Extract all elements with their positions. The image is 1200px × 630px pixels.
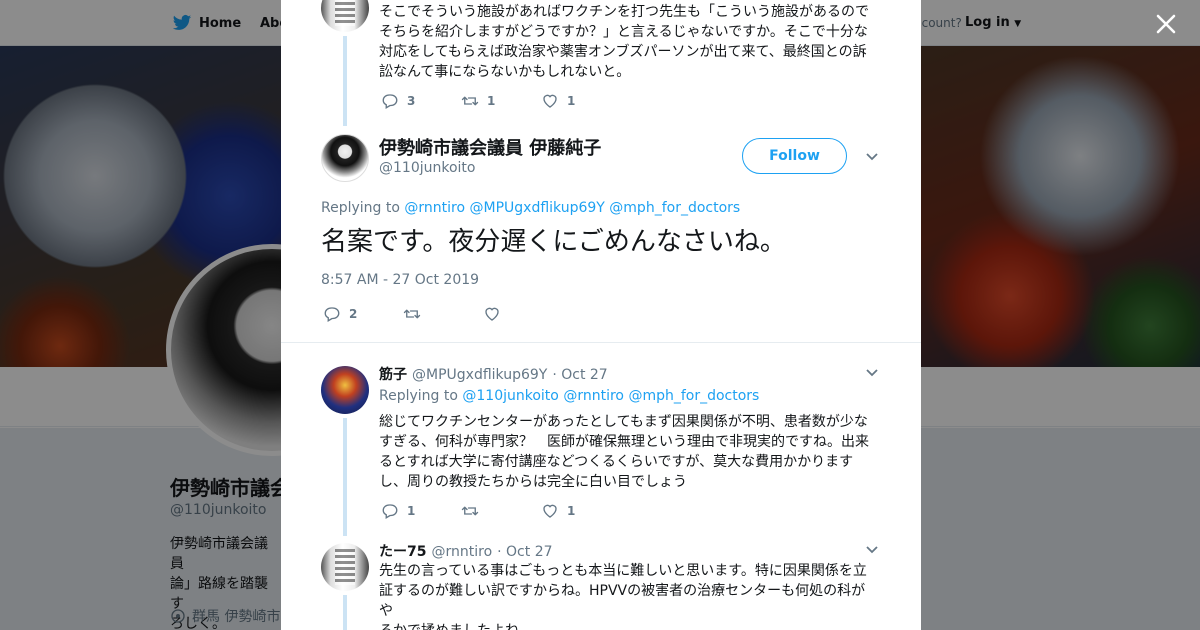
thread-connector [343, 595, 347, 630]
tweet-text-line: 対応をしてもらえば政治家や薬害オンブズパーソンが出て来て、最終国との訴 [379, 44, 867, 60]
reply-count: 2 [349, 307, 358, 321]
chevron-down-icon[interactable] [865, 366, 879, 380]
reply-button[interactable]: 1 [381, 502, 461, 520]
tweet-text: 名案です。夜分遅くにごめんなさいね。 [321, 227, 786, 257]
thread-connector [343, 418, 347, 536]
retweet-button[interactable] [461, 502, 541, 520]
like-count: 1 [567, 504, 576, 518]
retweet-button[interactable]: 1 [461, 92, 541, 110]
tweet-text-line: そちらを紹介しますがどうですか？」と言えるじゃないですか。そこで十分な [379, 24, 868, 40]
reply-button[interactable]: 2 [323, 305, 403, 323]
reply-icon [324, 307, 340, 322]
reply-icon [382, 94, 398, 109]
tweet-actions: 3 1 1 [381, 92, 621, 110]
tweet-text-line: すぎる、何科が専門家？ 医師が確保無理という理由で非現実的ですね。出来 [379, 434, 869, 450]
tweet-date[interactable]: · Oct 27 [552, 367, 607, 383]
tweet-timestamp[interactable]: 8:57 AM - 27 Oct 2019 [321, 272, 479, 288]
retweet-count: 1 [487, 94, 496, 108]
like-button[interactable]: 1 [541, 92, 621, 110]
tweet-text-line: そこでそういう施設があればワクチンを打つ先生も「こういう施設があるので [379, 4, 869, 20]
retweet-icon [403, 309, 421, 319]
tweet-text: 先生の言っている事はごもっとも本当に難しいと思います。特に因果関係を立 証するの… [379, 561, 871, 630]
mention-link[interactable]: @mph_for_doctors [609, 200, 740, 216]
retweet-button[interactable] [403, 305, 483, 323]
tweet-actions: 1 1 [381, 502, 621, 520]
author-handle[interactable]: @rnntiro [431, 544, 492, 560]
tweet-text-line: し、周りの教授たちからは完全に白い目でしょう [379, 474, 687, 490]
author-handle[interactable]: @MPUgxdflikup69Y [412, 367, 547, 383]
avatar[interactable] [321, 543, 369, 591]
reply-button[interactable]: 3 [381, 92, 461, 110]
close-icon[interactable] [1152, 10, 1180, 38]
mention-link[interactable]: @rnntiro [404, 200, 465, 216]
tweet-header: たー75 @rnntiro · Oct 27 [379, 541, 553, 561]
heart-icon [543, 504, 557, 518]
heart-icon [543, 94, 557, 108]
tweet-date[interactable]: · Oct 27 [497, 544, 552, 560]
mention-link[interactable]: @mph_for_doctors [628, 388, 759, 404]
tweet-text-line: 先生の言っている事はごもっとも本当に難しいと思います。特に因果関係を立 [379, 563, 867, 579]
mention-link[interactable]: @rnntiro [563, 388, 624, 404]
like-button[interactable]: 1 [541, 502, 621, 520]
author-name[interactable]: たー75 [379, 541, 426, 561]
retweet-icon [461, 506, 479, 516]
like-button[interactable] [483, 305, 563, 323]
avatar[interactable] [321, 366, 369, 414]
replying-prefix: Replying to [379, 388, 458, 404]
heart-icon [485, 307, 499, 321]
follow-button[interactable]: Follow [742, 138, 847, 174]
reply-count: 3 [407, 94, 416, 108]
author-handle[interactable]: @110junkoito [379, 160, 475, 176]
avatar[interactable] [321, 0, 369, 32]
tweet-actions: 2 [323, 305, 563, 323]
replying-prefix: Replying to [321, 200, 400, 216]
tweet-header: 筋子 @MPUgxdflikup69Y · Oct 27 [379, 364, 608, 384]
avatar[interactable] [321, 134, 369, 182]
tweet-text-line: 訟なんて事にならないかもしれないと。 [379, 64, 631, 80]
reply-icon [382, 504, 398, 519]
replying-to: Replying to @110junkoito @rnntiro @mph_f… [379, 388, 759, 404]
retweet-icon [461, 96, 479, 106]
tweet-text-line: 総じてワクチンセンターがあったとしてもまず因果関係が不明、患者数が少な [379, 414, 868, 430]
tweet-text-line: るかで揉めましたよね。 [379, 621, 871, 630]
author-name[interactable]: 伊勢崎市議会議員 伊藤純子 [379, 134, 601, 160]
chevron-down-icon[interactable] [865, 543, 879, 557]
like-count: 1 [567, 94, 576, 108]
chevron-down-icon[interactable] [865, 150, 879, 164]
thread-connector [343, 36, 347, 126]
author-name[interactable]: 筋子 [379, 364, 407, 384]
replying-to: Replying to @rnntiro @MPUgxdflikup69Y @m… [321, 200, 740, 216]
divider [281, 342, 921, 343]
tweet-text: 総じてワクチンセンターがあったとしてもまず因果関係が不明、患者数が少な すぎる、… [379, 412, 871, 492]
tweet-text: そこでそういう施設があればワクチンを打つ先生も「こういう施設があるので そちらを… [379, 2, 871, 82]
mention-link[interactable]: @MPUgxdflikup69Y [470, 200, 605, 216]
tweet-permalink-modal: そこでそういう施設があればワクチンを打つ先生も「こういう施設があるので そちらを… [281, 0, 921, 630]
mention-link[interactable]: @110junkoito [462, 388, 558, 404]
reply-count: 1 [407, 504, 416, 518]
tweet-text-line: るとすれば大学に寄付講座などつくるくらいですが、莫大な費用かかります [379, 454, 854, 470]
tweet-text-line: 証するのが難しい訳ですからね。HPVVの被害者の治療センターも何処の科がや [379, 583, 866, 619]
